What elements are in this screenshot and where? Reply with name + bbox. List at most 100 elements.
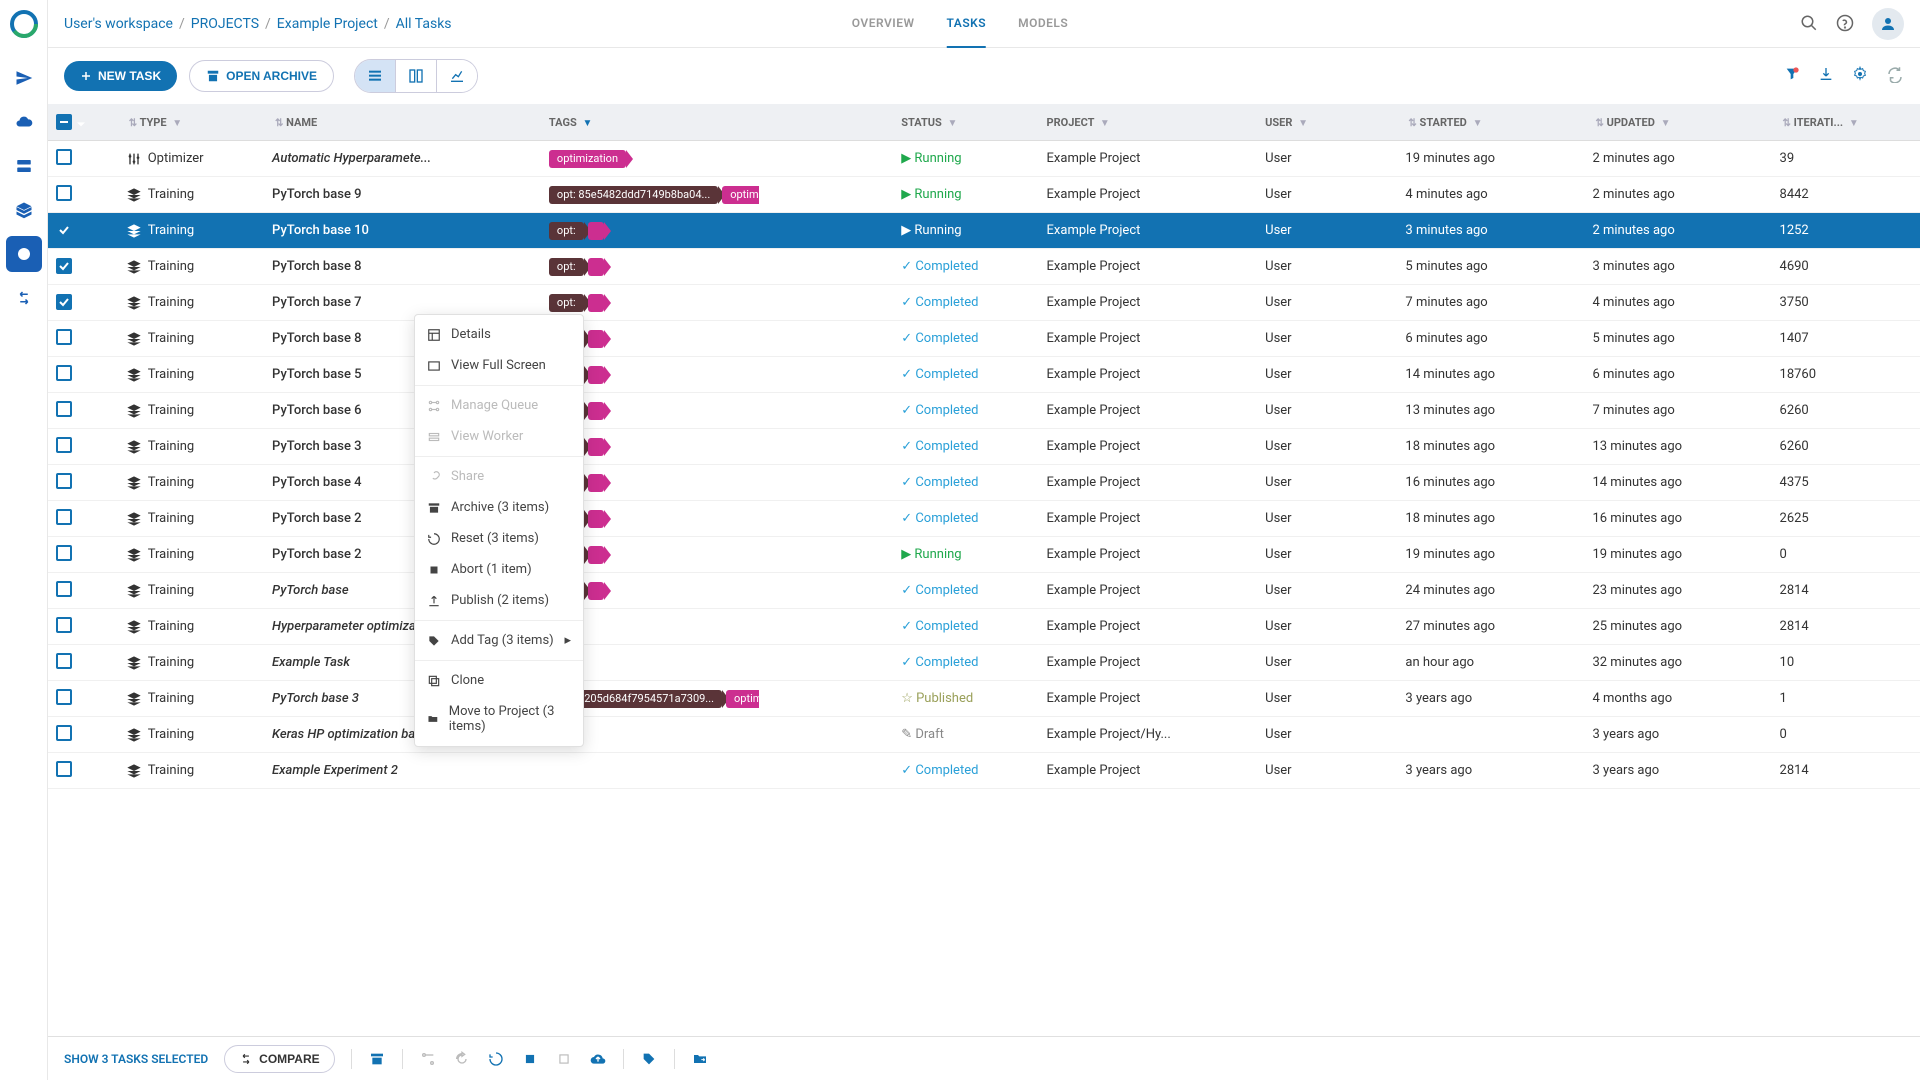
tag[interactable] <box>588 438 604 456</box>
tag[interactable]: opt: <box>549 222 584 240</box>
select-all-checkbox[interactable] <box>56 114 72 130</box>
table-row[interactable]: TrainingPyTorch base 4opt:✓ CompletedExa… <box>48 465 1920 501</box>
table-row[interactable]: OptimizerAutomatic Hyperparamete...optim… <box>48 141 1920 177</box>
menu-clone[interactable]: Clone <box>415 665 583 696</box>
row-checkbox[interactable] <box>56 329 72 345</box>
view-grid-button[interactable] <box>395 60 436 92</box>
filter-active-icon[interactable] <box>1784 66 1800 86</box>
col-updated[interactable]: ⇅ UPDATED ▼ <box>1584 104 1771 141</box>
tag[interactable]: optimi... <box>722 186 759 204</box>
footer-archive-icon[interactable] <box>368 1050 386 1068</box>
col-iterations[interactable]: ⇅ ITERATI... ▼ <box>1772 104 1920 141</box>
tag[interactable] <box>588 582 604 600</box>
sidebar-compare-icon[interactable] <box>6 280 42 316</box>
table-row[interactable]: TrainingPyTorch base 3opt:✓ CompletedExa… <box>48 429 1920 465</box>
footer-move-icon[interactable] <box>691 1050 709 1068</box>
row-checkbox[interactable] <box>56 222 72 238</box>
footer-tag-icon[interactable] <box>640 1050 658 1068</box>
menu-add-tag[interactable]: Add Tag (3 items)▸ <box>415 625 583 656</box>
col-tags[interactable]: TAGS ▼ <box>541 104 893 141</box>
footer-retry-icon[interactable] <box>453 1050 471 1068</box>
table-row[interactable]: TrainingPyTorch base 8opt:✓ CompletedExa… <box>48 249 1920 285</box>
tag[interactable] <box>588 402 604 420</box>
tag[interactable]: optimization <box>549 150 626 168</box>
search-icon[interactable] <box>1800 14 1820 34</box>
tag[interactable]: opt: 85e5482ddd7149b8ba04... <box>549 186 718 204</box>
col-name[interactable]: ⇅ NAME <box>264 104 541 141</box>
col-user[interactable]: USER ▼ <box>1257 104 1397 141</box>
sidebar-server-icon[interactable] <box>6 148 42 184</box>
table-row[interactable]: TrainingPyTorch base 7opt:✓ CompletedExa… <box>48 285 1920 321</box>
tag[interactable]: optimi... <box>726 690 759 708</box>
table-row[interactable]: TrainingPyTorch base 2opt:✓ CompletedExa… <box>48 501 1920 537</box>
view-list-button[interactable] <box>355 60 395 92</box>
sidebar-send-icon[interactable] <box>6 60 42 96</box>
table-row[interactable]: TrainingPyTorch base 5opt:✓ CompletedExa… <box>48 357 1920 393</box>
footer-publish-icon[interactable] <box>589 1050 607 1068</box>
selection-label[interactable]: SHOW 3 TASKS SELECTED <box>64 1052 208 1066</box>
open-archive-button[interactable]: OPEN ARCHIVE <box>189 60 334 92</box>
table-row[interactable]: TrainingPyTorch base 2opt:▶ RunningExamp… <box>48 537 1920 573</box>
row-checkbox[interactable] <box>56 401 72 417</box>
tag[interactable] <box>588 366 604 384</box>
row-checkbox[interactable] <box>56 761 72 777</box>
breadcrumb-project[interactable]: Example Project <box>277 16 378 32</box>
sidebar-brain-icon[interactable] <box>6 236 42 272</box>
tag[interactable]: opt: <box>549 258 584 276</box>
col-project[interactable]: PROJECT ▼ <box>1039 104 1258 141</box>
table-row[interactable]: TrainingPyTorch base 10opt:▶ RunningExam… <box>48 213 1920 249</box>
tag[interactable] <box>588 330 604 348</box>
row-checkbox[interactable] <box>56 365 72 381</box>
menu-details[interactable]: Details <box>415 319 583 350</box>
tab-overview[interactable]: OVERVIEW <box>852 0 915 48</box>
table-row[interactable]: TrainingPyTorch baseopt:✓ CompletedExamp… <box>48 573 1920 609</box>
compare-button[interactable]: COMPARE <box>224 1045 334 1073</box>
table-row[interactable]: TrainingExample Experiment 2✓ CompletedE… <box>48 753 1920 789</box>
tab-tasks[interactable]: TASKS <box>947 0 987 48</box>
col-type[interactable]: ⇅ TYPE ▼ <box>118 104 264 141</box>
tag[interactable] <box>588 294 604 312</box>
table-row[interactable]: TrainingHyperparameter optimizati...✓ Co… <box>48 609 1920 645</box>
settings-icon[interactable] <box>1852 66 1868 86</box>
refresh-icon[interactable] <box>1886 65 1904 87</box>
menu-move-to-project[interactable]: Move to Project (3 items) <box>415 696 583 742</box>
user-avatar[interactable] <box>1872 8 1904 40</box>
table-row[interactable]: TrainingPyTorch base 3opt: e205d684f7954… <box>48 681 1920 717</box>
table-row[interactable]: TrainingExample Task✓ CompletedExample P… <box>48 645 1920 681</box>
row-checkbox[interactable] <box>56 437 72 453</box>
new-task-button[interactable]: NEW TASK <box>64 61 177 91</box>
row-checkbox[interactable] <box>56 545 72 561</box>
help-icon[interactable] <box>1836 14 1856 34</box>
menu-reset[interactable]: Reset (3 items) <box>415 523 583 554</box>
col-status[interactable]: STATUS ▼ <box>893 104 1038 141</box>
breadcrumb-workspace[interactable]: User's workspace <box>64 16 173 32</box>
row-checkbox[interactable] <box>56 258 72 274</box>
row-checkbox[interactable] <box>56 509 72 525</box>
row-checkbox[interactable] <box>56 185 72 201</box>
tag[interactable] <box>588 510 604 528</box>
tag[interactable] <box>588 258 604 276</box>
col-started[interactable]: ⇅ STARTED ▼ <box>1397 104 1584 141</box>
view-chart-button[interactable] <box>436 60 477 92</box>
footer-queue-icon[interactable] <box>419 1050 437 1068</box>
table-row[interactable]: TrainingKeras HP optimization base✎ Draf… <box>48 717 1920 753</box>
row-checkbox[interactable] <box>56 581 72 597</box>
app-logo[interactable] <box>8 8 40 40</box>
row-checkbox[interactable] <box>56 294 72 310</box>
download-icon[interactable] <box>1818 66 1834 86</box>
row-checkbox[interactable] <box>56 149 72 165</box>
tag[interactable] <box>588 474 604 492</box>
row-checkbox[interactable] <box>56 473 72 489</box>
sidebar-layers-icon[interactable] <box>6 192 42 228</box>
row-checkbox[interactable] <box>56 617 72 633</box>
sidebar-cloud-icon[interactable] <box>6 104 42 140</box>
table-row[interactable]: TrainingPyTorch base 9opt: 85e5482ddd714… <box>48 177 1920 213</box>
menu-abort[interactable]: Abort (1 item) <box>415 554 583 585</box>
table-row[interactable]: TrainingPyTorch base 6opt:✓ CompletedExa… <box>48 393 1920 429</box>
footer-reset-icon[interactable] <box>487 1050 505 1068</box>
row-checkbox[interactable] <box>56 653 72 669</box>
menu-publish[interactable]: Publish (2 items) <box>415 585 583 616</box>
tag[interactable]: opt: <box>549 294 584 312</box>
breadcrumb-projects[interactable]: PROJECTS <box>191 16 259 32</box>
footer-stop-icon[interactable] <box>521 1050 539 1068</box>
